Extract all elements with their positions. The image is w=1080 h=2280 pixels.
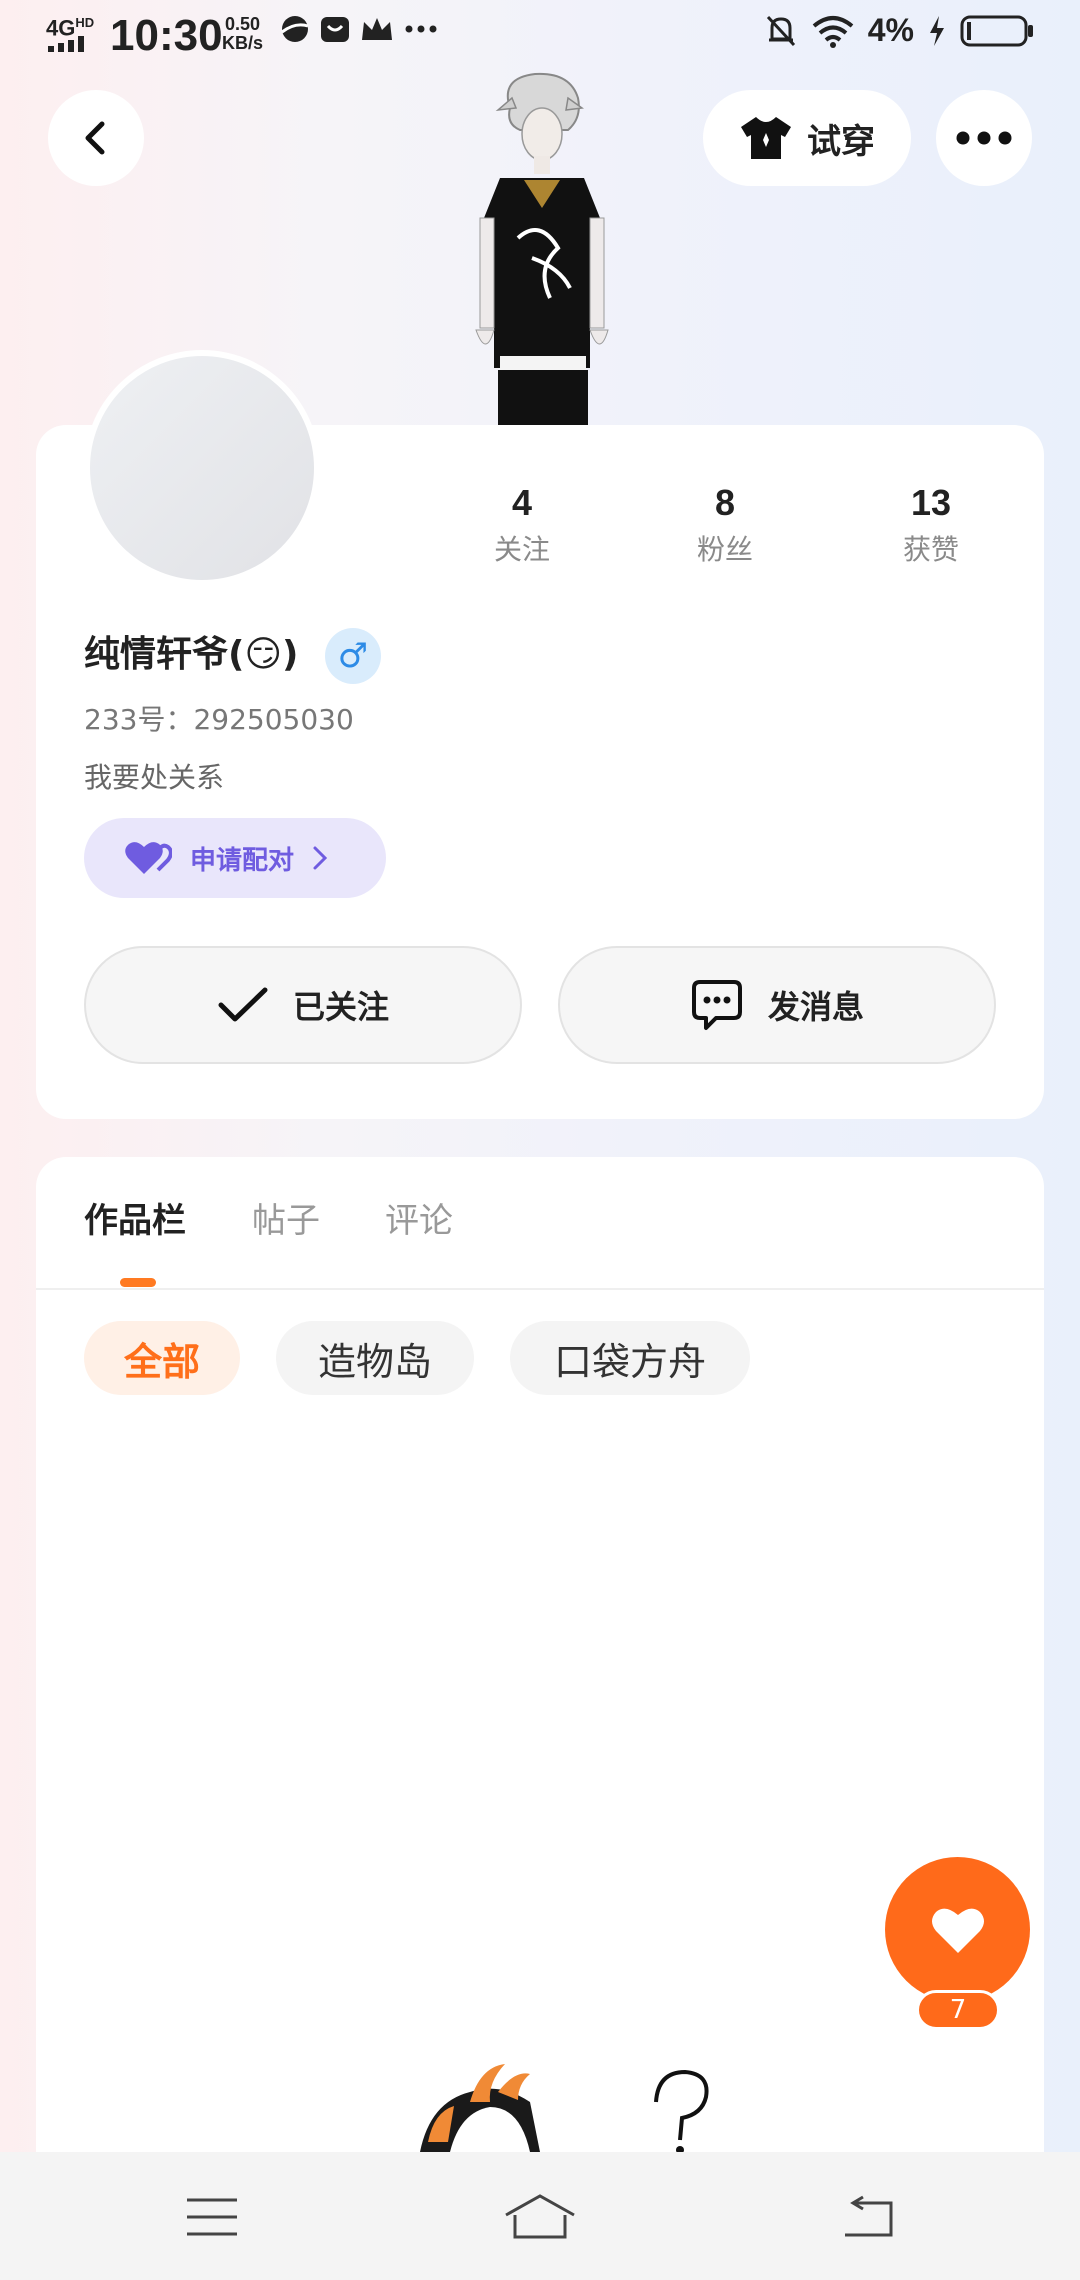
- app-bag-icon: [321, 17, 349, 42]
- bio: 我要处关系: [84, 761, 225, 794]
- filter-chip-all[interactable]: 全部: [84, 1321, 240, 1395]
- avatar-outfit-illustration: [475, 72, 609, 426]
- mascot-illustration: [420, 2064, 709, 2152]
- more-notifications-icon: [405, 25, 437, 33]
- username: 纯情轩爷(😏): [84, 634, 299, 675]
- like-count-badge: 7: [916, 1990, 1000, 2030]
- network-speed: 0.50 KB/s: [222, 14, 264, 53]
- clock: 10:30: [110, 11, 223, 60]
- chevron-right-icon: [313, 846, 328, 870]
- likes-label: 获赞: [902, 533, 959, 566]
- back-button[interactable]: [48, 90, 144, 186]
- like-button[interactable]: [885, 1857, 1030, 2002]
- back-arrow-icon: [85, 121, 105, 155]
- battery-percent: 4%: [867, 12, 914, 48]
- active-tab-indicator: [120, 1278, 156, 1287]
- nav-back-button[interactable]: [828, 2182, 908, 2252]
- try-on-label: 试穿: [807, 121, 875, 162]
- apply-match-button[interactable]: 申请配对: [84, 818, 386, 898]
- chat-bubble-icon: [691, 980, 742, 1030]
- status-bar: 4GHD 10:30 0.50 KB/s 4%: [0, 0, 1080, 70]
- heart-icon: [931, 1908, 984, 1953]
- following-count: 4: [511, 482, 533, 523]
- home-icon: [505, 2194, 575, 2239]
- bell-muted-icon: [766, 15, 795, 46]
- charging-icon: [930, 15, 944, 46]
- filter-chip-creation-island[interactable]: 造物岛: [276, 1321, 474, 1395]
- following-label: 关注: [493, 533, 550, 566]
- system-nav-bar: [0, 2152, 1080, 2280]
- tab-works[interactable]: 作品栏: [84, 1196, 186, 1246]
- followed-label: 已关注: [292, 988, 389, 1026]
- fans-label: 粉丝: [696, 533, 753, 566]
- user-id: 233号：292505030: [84, 703, 354, 736]
- signal-icon: [48, 36, 84, 52]
- nav-recent-apps-button[interactable]: [172, 2182, 252, 2252]
- menu-icon: [187, 2198, 237, 2236]
- send-message-button[interactable]: 发消息: [558, 946, 996, 1064]
- fans-count: 8: [714, 482, 736, 523]
- tshirt-icon: [741, 117, 791, 159]
- stat-fans[interactable]: 8 粉丝: [660, 480, 790, 570]
- tab-posts[interactable]: 帖子: [252, 1196, 320, 1246]
- filter-chip-pocket-ark[interactable]: 口袋方舟: [510, 1321, 750, 1395]
- hearts-icon: [125, 842, 172, 874]
- notification-icons: [280, 14, 438, 44]
- return-icon: [845, 2195, 893, 2237]
- avatar[interactable]: [84, 350, 320, 586]
- likes-count: 13: [910, 482, 952, 523]
- planet-icon: [281, 16, 309, 42]
- wifi-icon: [812, 15, 854, 48]
- works-card: [36, 1157, 1044, 2157]
- more-button[interactable]: [936, 90, 1032, 186]
- check-icon: [218, 987, 268, 1022]
- crown-icon: [362, 18, 392, 40]
- battery-icon: [960, 15, 1033, 46]
- more-dots-icon: [956, 131, 1012, 145]
- nav-home-button[interactable]: [500, 2182, 580, 2252]
- send-message-label: 发消息: [767, 988, 864, 1026]
- apply-match-label: 申请配对: [190, 845, 295, 876]
- stat-likes[interactable]: 13 获赞: [866, 480, 996, 570]
- gender-male-icon: ♂: [325, 628, 381, 684]
- tab-divider: [36, 1288, 1044, 1290]
- followed-button[interactable]: 已关注: [84, 946, 522, 1064]
- try-on-button[interactable]: 试穿: [703, 90, 911, 186]
- tab-comments[interactable]: 评论: [385, 1196, 453, 1246]
- stat-following[interactable]: 4 关注: [457, 480, 587, 570]
- system-status: 4%: [764, 12, 1034, 49]
